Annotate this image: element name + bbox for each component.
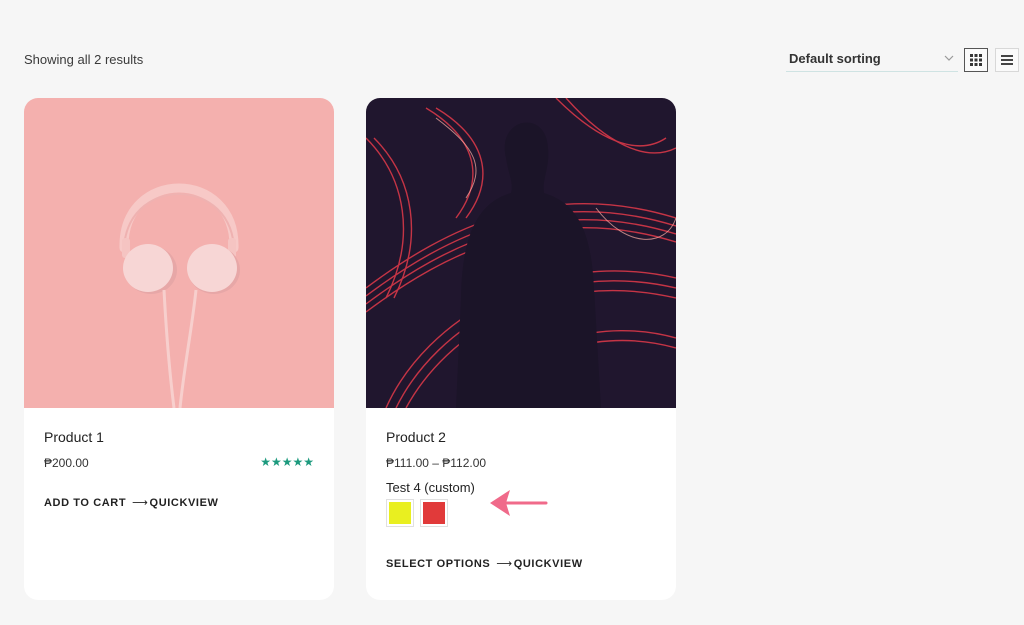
chevron-down-icon (944, 55, 954, 61)
product-card[interactable]: Product 1 ₱200.00 ★★★★★ ADD TO CART ⟶ QU… (24, 98, 334, 600)
product-price: ₱200.00 (44, 456, 89, 470)
product-actions: SELECT OPTIONS ⟶ QUICKVIEW (386, 557, 583, 571)
sorting-selected-label: Default sorting (789, 51, 881, 66)
swatch-red[interactable] (420, 499, 448, 527)
sorting-select[interactable]: Default sorting (786, 46, 958, 72)
result-count: Showing all 2 results (24, 52, 144, 67)
select-options-button[interactable]: SELECT OPTIONS (386, 558, 490, 570)
quickview-button[interactable]: QUICKVIEW (150, 497, 219, 509)
headphones-image[interactable] (24, 98, 334, 408)
grid-icon (970, 54, 982, 66)
grid-view-button[interactable] (964, 48, 988, 72)
arrow-right-icon: ⟶ (132, 497, 149, 509)
product-title[interactable]: Product 2 (386, 429, 446, 445)
list-icon (1001, 55, 1013, 65)
product-title[interactable]: Product 1 (44, 429, 104, 445)
quickview-button[interactable]: QUICKVIEW (514, 558, 583, 570)
pointer-arrow-icon (490, 490, 548, 516)
rating-stars: ★★★★★ (260, 455, 314, 469)
add-to-cart-button[interactable]: ADD TO CART (44, 497, 126, 509)
light-painting-image[interactable] (366, 98, 676, 408)
swatch-yellow[interactable] (386, 499, 414, 527)
product-card[interactable]: Product 2 ₱111.00 – ₱112.00 Test 4 (cust… (366, 98, 676, 600)
list-view-button[interactable] (995, 48, 1019, 72)
color-swatches (386, 499, 448, 527)
product-price: ₱111.00 – ₱112.00 (386, 456, 487, 470)
attribute-label: Test 4 (custom) (386, 480, 475, 495)
product-actions: ADD TO CART ⟶ QUICKVIEW (44, 496, 219, 510)
arrow-right-icon: ⟶ (496, 558, 513, 570)
